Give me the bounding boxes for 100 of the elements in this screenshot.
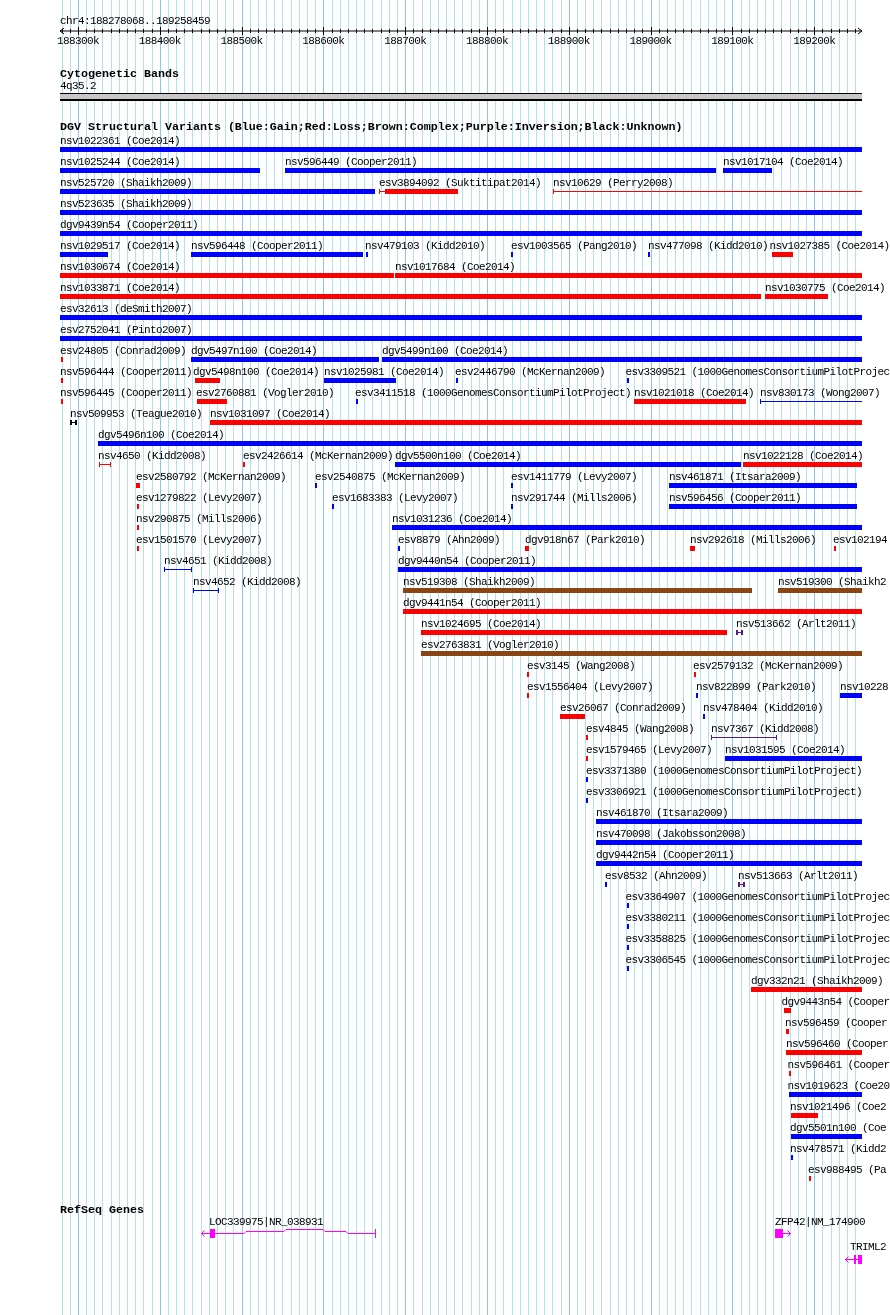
variant-label: esv1411779 (Levy2007) bbox=[511, 471, 638, 483]
variant-label: esv1683383 (Levy2007) bbox=[332, 492, 459, 504]
track-title: RefSeq Genes bbox=[60, 1203, 144, 1217]
variant-label: dgv9442n54 (Cooper2011) bbox=[596, 849, 735, 861]
variant-label: nsv1017684 (Coe2014) bbox=[395, 261, 516, 273]
variant-label: nsv1022361 (Coe2014) bbox=[60, 135, 181, 147]
variant-label: nsv596448 (Cooper2011) bbox=[191, 240, 324, 252]
variant-label: esv1003565 (Pang2010) bbox=[511, 240, 638, 252]
position-label: chr4:188278068..189258459 bbox=[60, 15, 211, 27]
variant-label: nsv1017104 (Coe2014) bbox=[723, 156, 844, 168]
variant-label: nsv1033871 (Coe2014) bbox=[60, 282, 181, 294]
variant-label: dgv5499n100 (Coe2014) bbox=[382, 345, 509, 357]
variant-label: nsv1025244 (Coe2014) bbox=[60, 156, 181, 168]
variant-label: esv2446790 (McKernan2009) bbox=[455, 366, 606, 378]
variant-label: nsv292618 (Mills2006) bbox=[690, 534, 817, 546]
variant-label: nsv1024695 (Coe2014) bbox=[421, 618, 542, 630]
variant-label: esv3380211 (1000GenomesConsortiumPilotProjec bbox=[625, 912, 890, 924]
variant-label: esv3309521 (1000GenomesConsortiumPilotProjec bbox=[625, 366, 890, 378]
variant-label: esv102194 bbox=[833, 534, 887, 546]
variant-label: dgv9441n54 (Cooper2011) bbox=[403, 597, 542, 609]
tick-label: 188600k bbox=[302, 34, 345, 47]
variant-label: dgv5498n100 (Coe2014) bbox=[193, 366, 320, 378]
variant-label: nsv523635 (Shaikh2009) bbox=[60, 198, 193, 210]
variant-label: esv3894092 (Suktitipat2014) bbox=[379, 177, 542, 189]
variant-label: esv3358825 (1000GenomesConsortiumPilotProjec bbox=[625, 933, 890, 945]
tick-label: 188500k bbox=[220, 34, 263, 47]
variant-label: esv2579132 (McKernan2009) bbox=[693, 660, 844, 672]
tick-label: 188400k bbox=[138, 34, 181, 47]
variant-label: esv3306545 (1000GenomesConsortiumPilotProjec bbox=[625, 954, 890, 966]
variant-label: nsv596449 (Cooper2011) bbox=[285, 156, 418, 168]
variant-label: esv3411518 (1000GenomesConsortiumPilotProject) bbox=[355, 387, 632, 399]
variant-label: nsv479103 (Kidd2010) bbox=[365, 240, 486, 252]
variant-label: nsv7367 (Kidd2008) bbox=[711, 723, 820, 735]
variant-label: esv2760881 (Vogler2010) bbox=[196, 387, 335, 399]
variant-label: nsv513663 (Arlt2011) bbox=[738, 870, 859, 882]
variant-label: esv3364907 (1000GenomesConsortiumPilotProjec bbox=[625, 891, 890, 903]
band-label: 4q35.2 bbox=[60, 80, 96, 92]
variant-label: nsv461871 (Itsara2009) bbox=[669, 471, 802, 483]
variant-label: nsv596456 (Cooper2011) bbox=[669, 492, 802, 504]
variant-label: nsv519308 (Shaikh2009) bbox=[403, 576, 536, 588]
variant-label: esv3371380 (1000GenomesConsortiumPilotProject) bbox=[586, 765, 863, 777]
variant-label: esv1501570 (Levy2007) bbox=[136, 534, 263, 546]
variant-label: nsv1027385 (Coe2014) bbox=[769, 240, 890, 252]
tick-label: 189200k bbox=[793, 34, 836, 47]
variant-label: nsv1029517 (Coe2014) bbox=[60, 240, 181, 252]
variant-label: nsv1021018 (Coe2014) bbox=[634, 387, 755, 399]
track-title: Cytogenetic Bands bbox=[60, 67, 179, 81]
variant-label: esv2540875 (McKernan2009) bbox=[315, 471, 466, 483]
tick-label: 188300k bbox=[56, 34, 99, 47]
gene-label: ZFP42|NM_174900 bbox=[775, 1216, 866, 1228]
variant-label: esv8532 (Ahn2009) bbox=[605, 870, 708, 882]
variant-label: dgv5500n100 (Coe2014) bbox=[395, 450, 522, 462]
variant-label: nsv470098 (Jakobsson2008) bbox=[596, 828, 747, 840]
variant-label: nsv1030775 (Coe2014) bbox=[765, 282, 886, 294]
variant-label: nsv596459 (Cooper bbox=[785, 1017, 888, 1029]
variant-label: esv3306921 (1000GenomesConsortiumPilotProject) bbox=[586, 786, 863, 798]
variant-label: dgv5496n100 (Coe2014) bbox=[98, 429, 225, 441]
variant-label: esv32613 (deSmith2007) bbox=[60, 303, 193, 315]
variant-label: nsv478404 (Kidd2010) bbox=[703, 702, 824, 714]
variant-label: esv2426614 (McKernan2009) bbox=[243, 450, 394, 462]
variant-label: nsv519300 (Shaikh2 bbox=[778, 576, 887, 588]
variant-label: esv24805 (Conrad2009) bbox=[60, 345, 187, 357]
variant-label: esv26067 (Conrad2009) bbox=[560, 702, 687, 714]
variant-label: nsv1022128 (Coe2014) bbox=[743, 450, 864, 462]
variant-label: nsv291744 (Mills2006) bbox=[511, 492, 638, 504]
variant-label: nsv513662 (Arlt2011) bbox=[736, 618, 857, 630]
variant-label: nsv596445 (Cooper2011) bbox=[60, 387, 193, 399]
variant-label: nsv596461 (Cooper bbox=[787, 1059, 890, 1071]
variant-label: dgv5497n100 (Coe2014) bbox=[191, 345, 318, 357]
variant-label: esv2763831 (Vogler2010) bbox=[421, 639, 560, 651]
variant-label: esv1556404 (Levy2007) bbox=[527, 681, 654, 693]
track-title: DGV Structural Variants (Blue:Gain;Red:Loss;Brown:Complex;Purple:Inversion;Black:Unknown) bbox=[60, 120, 683, 134]
variant-label: nsv4652 (Kidd2008) bbox=[193, 576, 302, 588]
variant-label: esv3145 (Wang2008) bbox=[527, 660, 636, 672]
variant-label: nsv478571 (Kidd2 bbox=[790, 1143, 887, 1155]
variant-label: nsv1031236 (Coe2014) bbox=[392, 513, 513, 525]
variant-label: dgv918n67 (Park2010) bbox=[525, 534, 646, 546]
variant-label: nsv477098 (Kidd2010) bbox=[648, 240, 769, 252]
variant-label: esv1579465 (Levy2007) bbox=[586, 744, 713, 756]
variant-label: nsv830173 (Wong2007) bbox=[760, 387, 881, 399]
variant-label: nsv822899 (Park2010) bbox=[696, 681, 817, 693]
variant-label: esv2752041 (Pinto2007) bbox=[60, 324, 193, 336]
variant-label: nsv461870 (Itsara2009) bbox=[596, 807, 729, 819]
variant-label: nsv10228 bbox=[840, 681, 888, 693]
variant-label: esv8879 (Ahn2009) bbox=[398, 534, 501, 546]
variant-label: nsv525720 (Shaikh2009) bbox=[60, 177, 193, 189]
variant-label: nsv1031097 (Coe2014) bbox=[210, 408, 331, 420]
variant-label: nsv596444 (Cooper2011) bbox=[60, 366, 193, 378]
variant-label: nsv596460 (Cooper bbox=[786, 1038, 889, 1050]
variant-label: nsv1019623 (Coe20 bbox=[787, 1080, 890, 1092]
variant-label: nsv290875 (Mills2006) bbox=[136, 513, 263, 525]
variant-label: esv988495 (Pa bbox=[808, 1164, 886, 1176]
tick-label: 189100k bbox=[711, 34, 754, 47]
gene-label: TRIML2 bbox=[850, 1241, 886, 1253]
variant-label: esv4845 (Wang2008) bbox=[586, 723, 695, 735]
variant-label: nsv1031595 (Coe2014) bbox=[725, 744, 846, 756]
variant-label: dgv9440n54 (Cooper2011) bbox=[398, 555, 537, 567]
tick-label: 188800k bbox=[465, 34, 508, 47]
variant-label: dgv9443n54 (Cooper bbox=[781, 996, 890, 1008]
tick-label: 188700k bbox=[384, 34, 427, 47]
